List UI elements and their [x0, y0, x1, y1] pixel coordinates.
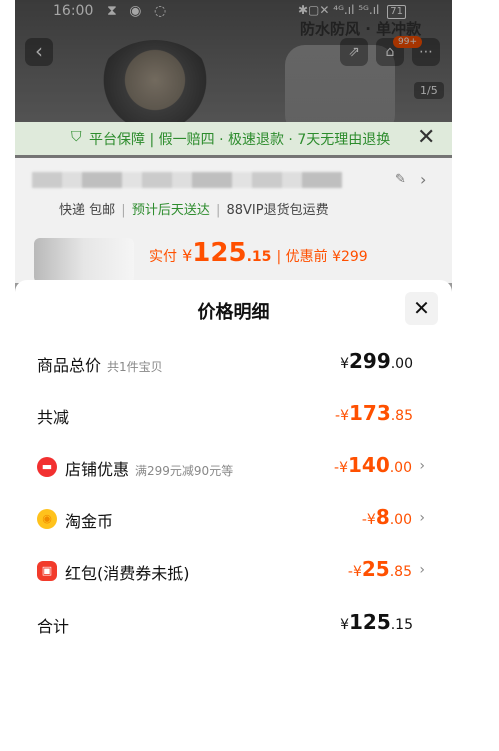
row-total-discount: 共减 -¥173.85: [37, 401, 413, 427]
store-discount-icon: ▬: [37, 457, 57, 477]
shipping-info: 快递 包邮 | 预计后天送达 | 88VIP退货包运费: [59, 203, 329, 218]
row-grand-total: 合计 ¥125.15: [37, 610, 413, 636]
edit-icon[interactable]: ✎: [395, 172, 406, 187]
return-shipping: 88VIP退货包运费: [226, 203, 329, 218]
shield-icon: ⛉: [71, 129, 82, 145]
grand-total-amount: ¥125.15: [340, 610, 413, 634]
red-packet-amount: -¥25.85: [347, 557, 412, 581]
gold-coin-amount: -¥8.00: [361, 505, 412, 529]
delivery-eta: 预计后天送达: [131, 203, 210, 218]
chevron-right-icon: ›: [419, 458, 425, 474]
paid-price: 实付 ¥125.15 | 优惠前 ¥299: [149, 238, 368, 268]
guarantee-text: 平台保障 | 假一赔四 · 极速退款 · 7天无理由退换: [89, 132, 391, 148]
close-button[interactable]: ✕: [405, 292, 438, 325]
red-packet-icon: ▣: [37, 561, 57, 581]
original-price: | 优惠前 ¥299: [276, 249, 368, 265]
close-icon[interactable]: ✕: [417, 125, 435, 150]
total-discount-amount: -¥173.85: [335, 401, 413, 425]
app-screen: 16:00 ⧗ ◉ ◌ ✱▢✕ ⁴ᴳ.ıl ⁵ᴳ.ıl 71 防水防风 · 单冲…: [15, 0, 452, 751]
store-discount-amount: -¥140.00: [334, 453, 412, 477]
row-red-packet[interactable]: ▣ 红包(消费券未抵) -¥25.85 ›: [15, 555, 452, 585]
guarantee-bar: ⛉ 平台保障 | 假一赔四 · 极速退款 · 7天无理由退换 ✕: [15, 122, 452, 155]
chevron-right-icon: ›: [419, 510, 425, 526]
row-gold-coin[interactable]: ◉ 淘金币 -¥8.00 ›: [15, 503, 452, 533]
price-detail-sheet: 价格明细 ✕ 商品总价 共1件宝贝 ¥299.00 共减 -¥173.85 ▬ 店…: [15, 280, 452, 751]
row-store-discount[interactable]: ▬ 店铺优惠 满299元减90元等 -¥140.00 ›: [15, 451, 452, 481]
row-total-price: 商品总价 共1件宝贝 ¥299.00: [37, 349, 413, 375]
sheet-title: 价格明细: [197, 302, 270, 323]
product-thumbnail[interactable]: [34, 238, 134, 283]
total-price-amount: ¥299.00: [340, 349, 413, 373]
blurred-address: [32, 172, 342, 188]
chevron-right-icon[interactable]: ›: [420, 170, 426, 189]
gold-coin-icon: ◉: [37, 509, 57, 529]
chevron-right-icon: ›: [419, 562, 425, 578]
product-info-card: ✎ › 快递 包邮 | 预计后天送达 | 88VIP退货包运费 实付 ¥125.…: [15, 158, 452, 283]
